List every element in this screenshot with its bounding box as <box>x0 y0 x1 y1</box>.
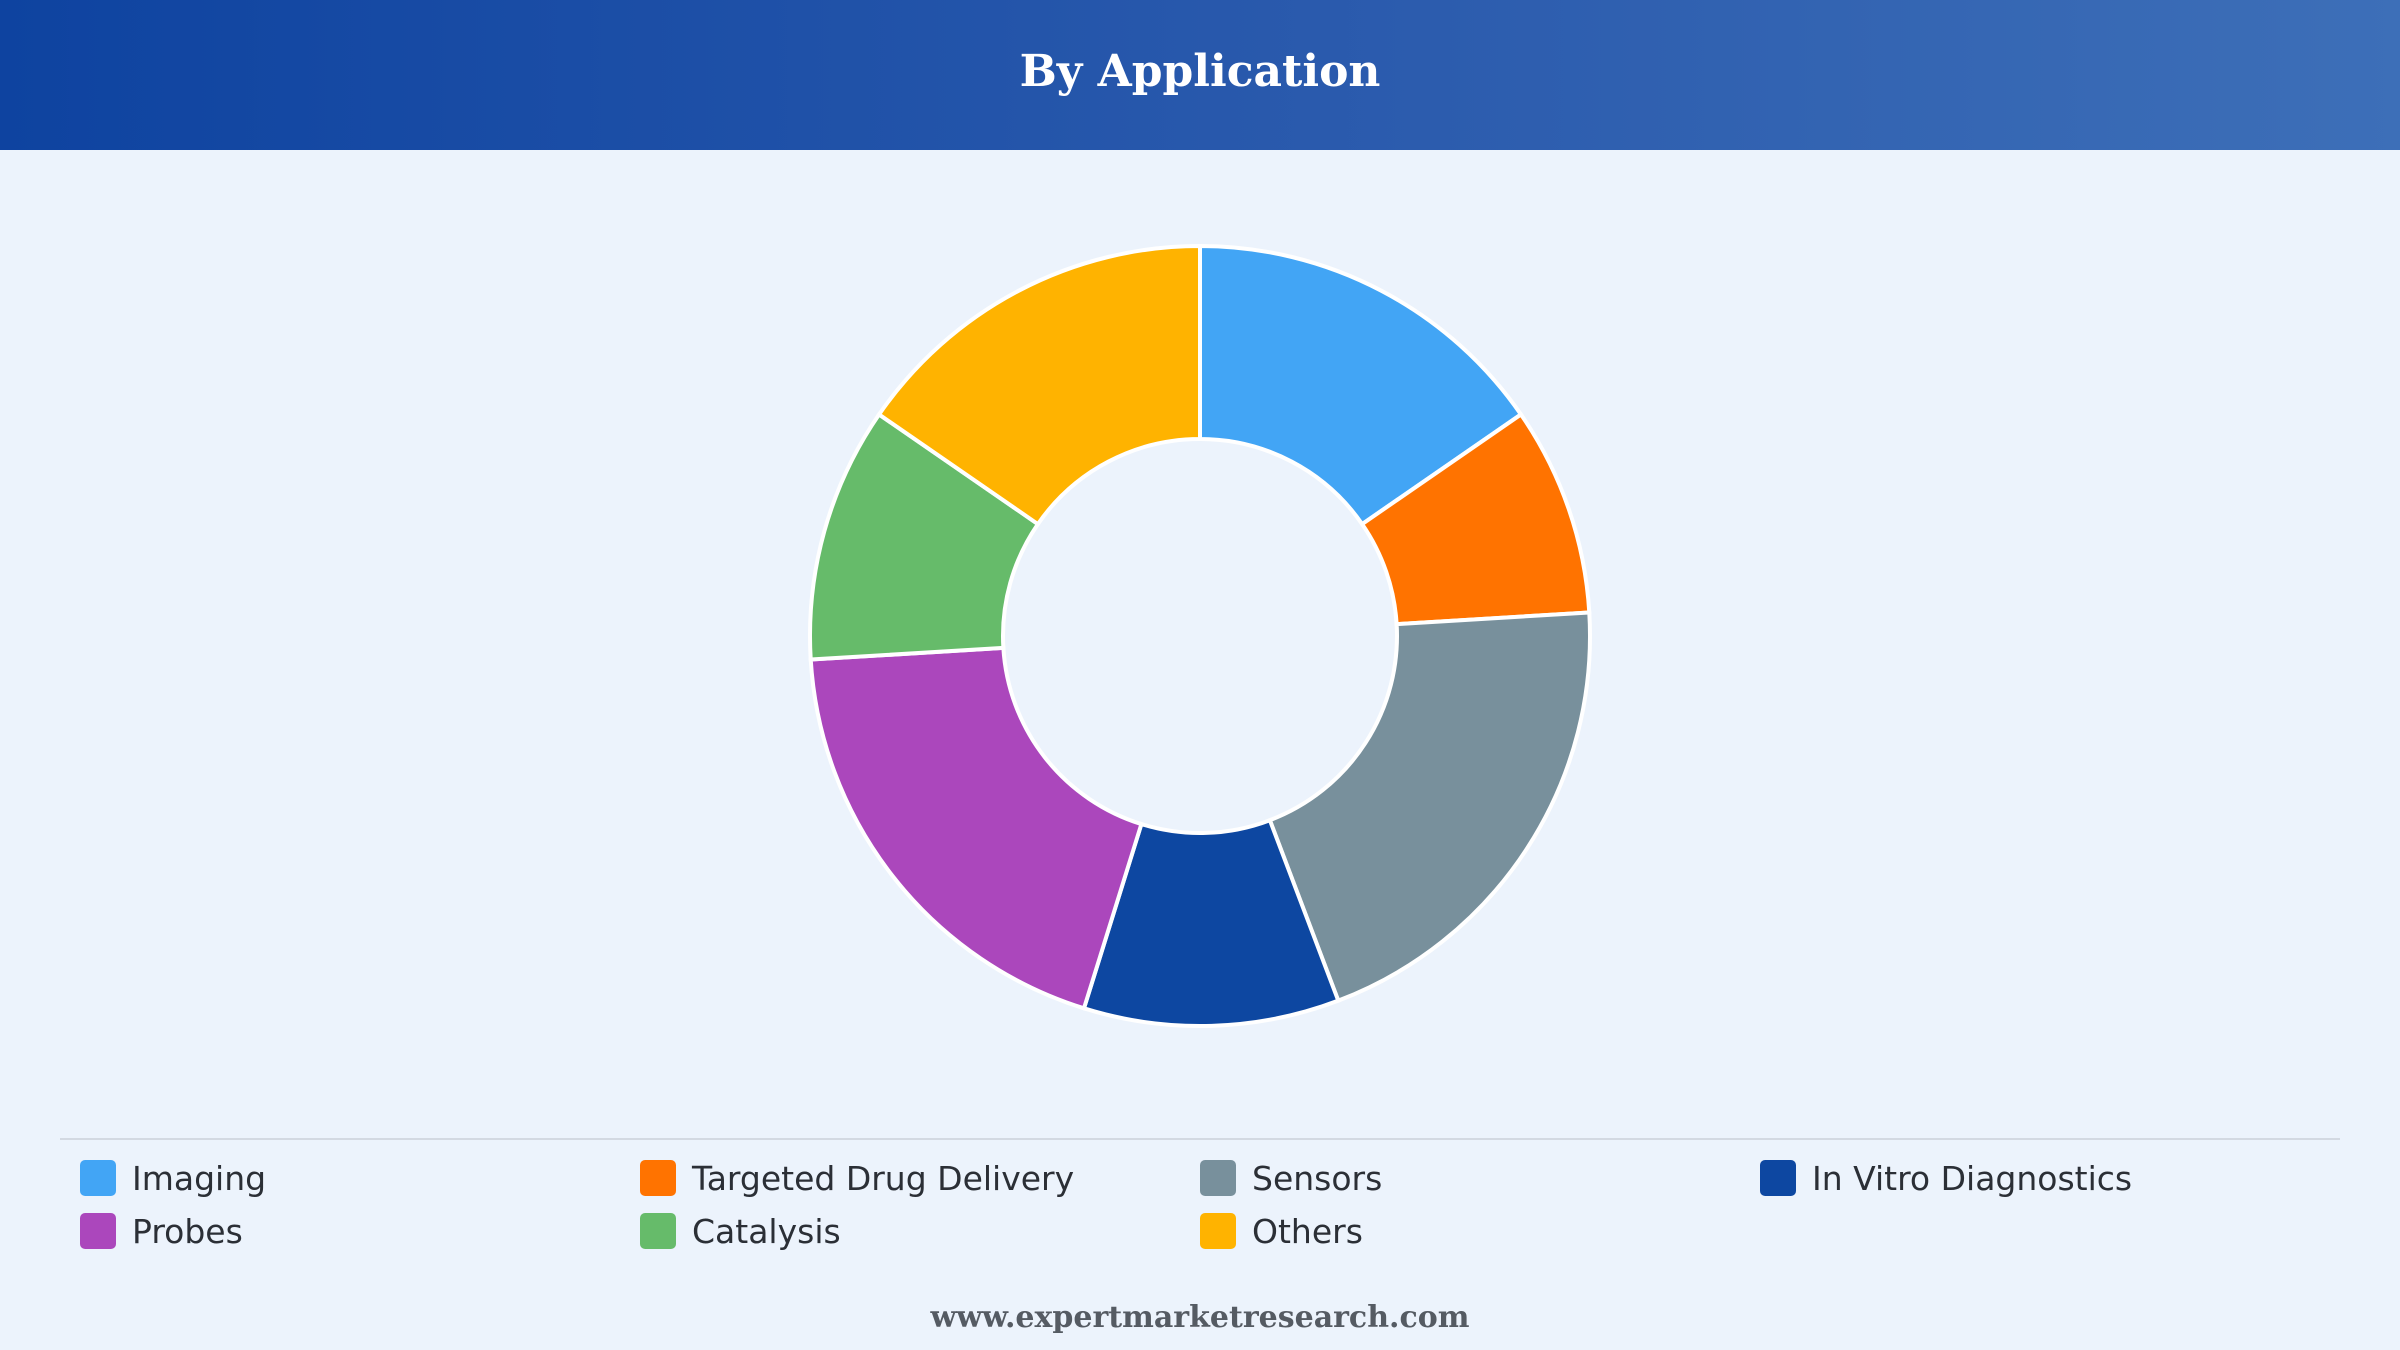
legend-label: Targeted Drug Delivery <box>692 1158 1075 1198</box>
legend-swatch <box>640 1213 676 1249</box>
chart-title: By Application <box>1019 45 1381 97</box>
legend-label: Sensors <box>1252 1158 1383 1198</box>
legend-item-targeted-drug-delivery[interactable]: Targeted Drug Delivery <box>640 1155 1074 1201</box>
legend-swatch <box>80 1213 116 1249</box>
legend-item-in-vitro-diagnostics[interactable]: In Vitro Diagnostics <box>1760 1155 2132 1201</box>
legend-label: Imaging <box>132 1158 267 1198</box>
legend-swatch <box>80 1160 116 1196</box>
legend-item-probes[interactable]: Probes <box>80 1208 243 1254</box>
legend-swatch <box>1200 1213 1236 1249</box>
donut-slice-probes[interactable] <box>808 645 1144 1011</box>
legend-label: Probes <box>132 1211 243 1251</box>
legend-swatch <box>640 1160 676 1196</box>
donut-chart <box>808 243 1592 1028</box>
legend-divider <box>60 1138 2340 1140</box>
legend-swatch <box>1200 1160 1236 1196</box>
legend-item-others[interactable]: Others <box>1200 1208 1363 1254</box>
legend-label: Others <box>1252 1211 1363 1251</box>
donut-chart-area <box>0 150 2400 1130</box>
legend-label: Catalysis <box>692 1211 841 1251</box>
source-website: www.expertmarketresearch.com <box>930 1300 1470 1335</box>
legend-item-catalysis[interactable]: Catalysis <box>640 1208 841 1254</box>
legend-item-imaging[interactable]: Imaging <box>80 1155 266 1201</box>
chart-header: By Application <box>0 0 2400 150</box>
legend-swatch <box>1760 1160 1796 1196</box>
legend-label: In Vitro Diagnostics <box>1812 1158 2133 1198</box>
legend-item-sensors[interactable]: Sensors <box>1200 1155 1382 1201</box>
